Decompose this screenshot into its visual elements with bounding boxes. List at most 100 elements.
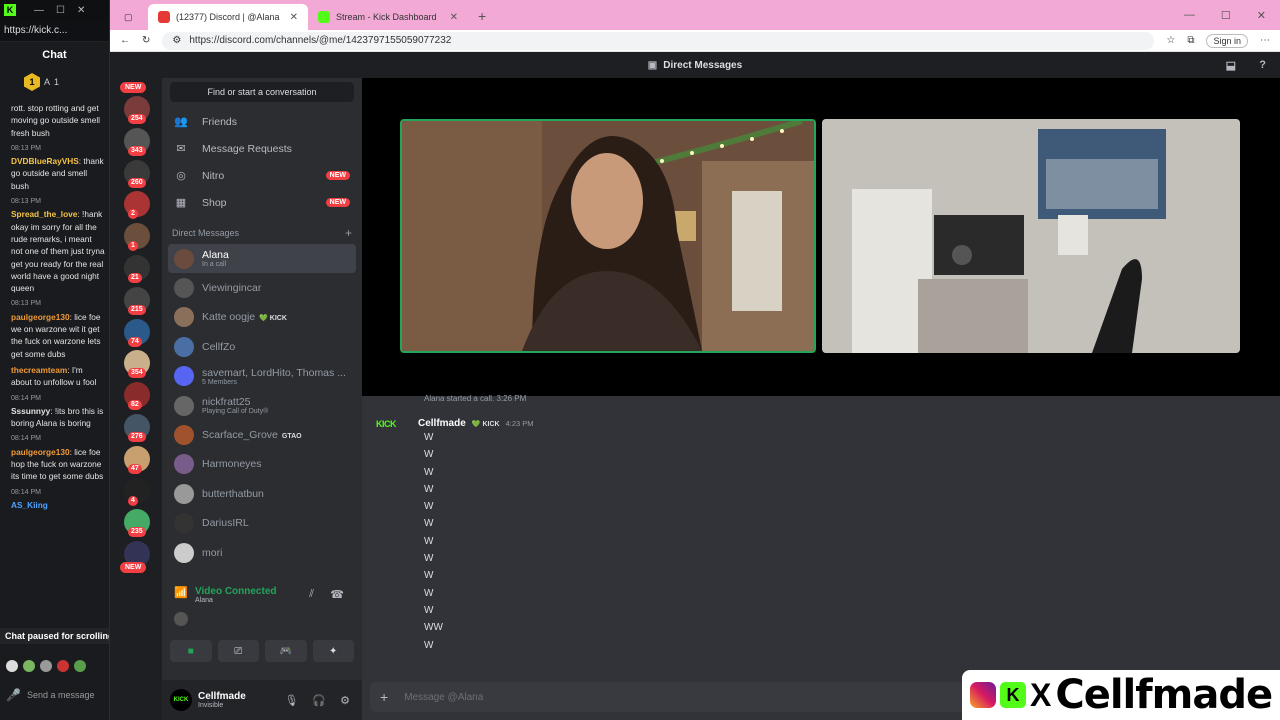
video-tile-cellfmade[interactable] [822, 119, 1240, 353]
dm-item[interactable]: butterthatbun [168, 479, 356, 508]
dm-item[interactable]: CellfZo [168, 332, 356, 361]
create-dm-icon[interactable]: + [345, 226, 352, 240]
inbox-icon[interactable]: ⬓ [1226, 59, 1236, 72]
dm-item[interactable]: savemart, LordHito, Thomas ... 5 Members [168, 362, 356, 391]
chat-paused-banner[interactable]: Chat paused for scrolling [0, 628, 109, 644]
chat-message[interactable]: 08:14 PM AS_Kiing [11, 487, 105, 512]
chat-username[interactable]: Sssunnyy [11, 406, 50, 416]
attach-icon[interactable]: + [380, 689, 388, 705]
emote-icon[interactable] [74, 660, 86, 672]
chat-username[interactable]: DVDBlueRayVHS [11, 156, 79, 166]
bookmark-icon[interactable]: ☆ [1166, 35, 1175, 46]
overlay-handle: Cellfmade [1055, 672, 1273, 718]
emote-bar[interactable] [6, 660, 86, 672]
tab-kick-dashboard[interactable]: Stream - Kick Dashboard ✕ [308, 4, 468, 30]
user-avatar[interactable]: KICK [170, 689, 192, 711]
dm-item[interactable]: Katte oogje 💚 KICK [168, 303, 356, 332]
mic-icon[interactable]: 🎙 [284, 694, 298, 707]
emote-icon[interactable] [23, 660, 35, 672]
nav-shop[interactable]: ▦ Shop NEW [162, 189, 362, 216]
chat-message[interactable]: thecreamteam: I'm about to unfollow u fo… [11, 364, 105, 389]
dm-item[interactable]: mori [168, 538, 356, 567]
noise-suppression-icon[interactable]: ⫽ [309, 588, 314, 601]
new-tab-button[interactable]: + [468, 4, 496, 30]
sign-in-button[interactable]: Sign in [1206, 33, 1248, 48]
soundboard-button[interactable]: ✦ [312, 640, 354, 662]
chat-message[interactable]: 08:13 PM Spread_the_love: !hank okay im s… [11, 196, 105, 294]
site-info-icon[interactable]: ⚙ [172, 35, 181, 46]
chat-username[interactable]: paulgeorge130 [11, 312, 70, 322]
chat-message[interactable]: 08:13 PM paulgeorge130: lice foe we on wa… [11, 298, 105, 359]
maximize-button[interactable]: ☐ [1221, 9, 1231, 22]
dm-item[interactable]: DariusIRL [168, 509, 356, 538]
disconnect-icon[interactable]: ☎ [330, 588, 344, 601]
back-icon[interactable]: ← [120, 35, 130, 46]
chat-send-box[interactable]: 🎤 Send a message [6, 682, 107, 708]
minimize-button[interactable]: — [1184, 9, 1195, 21]
chat-message[interactable]: rott. stop rotting and get moving go out… [11, 102, 105, 139]
emote-icon[interactable] [40, 660, 52, 672]
emote-icon[interactable] [57, 660, 69, 672]
refresh-icon[interactable]: ↻ [142, 35, 150, 46]
new-unreads-pill[interactable]: NEW [120, 82, 147, 93]
close-tab-icon[interactable]: ✕ [290, 12, 298, 23]
nitro-icon: ◎ [176, 170, 186, 182]
user-panel: KICK Cellfmade Invisible 🎙 🎧 ⚙ [162, 680, 362, 720]
tab-discord[interactable]: (12377) Discord | @Alana ✕ [148, 4, 308, 30]
chat-username[interactable]: AS_Kiing [11, 500, 48, 510]
chat-message[interactable]: 08:14 PM paulgeorge130: lice foe hop the … [11, 433, 105, 482]
mic-icon[interactable]: 🎤 [6, 688, 21, 702]
chat-username[interactable]: thecreamteam [11, 365, 67, 375]
headphones-icon[interactable]: 🎧 [312, 694, 326, 707]
nav-message-requests[interactable]: ✉ Message Requests [162, 135, 362, 162]
chat-title: Chat [42, 49, 67, 61]
dm-item[interactable]: Alana In a call [168, 244, 356, 274]
close-button[interactable]: ✕ [77, 5, 85, 16]
settings-icon[interactable]: ⚙ [340, 694, 350, 707]
help-icon[interactable]: ? [1259, 59, 1266, 71]
dm-item[interactable]: nickfratt25 Playing Call of Duty® [168, 391, 356, 420]
dm-name: Harmoneyes [202, 458, 262, 471]
video-tile-alana[interactable] [400, 119, 816, 353]
kick-logo-icon: K [4, 4, 16, 16]
dm-item[interactable]: Harmoneyes [168, 450, 356, 479]
chat-message[interactable]: 08:13 PM DVDBlueRayVHS: thank go outside … [11, 143, 105, 192]
menu-icon[interactable]: ⋯ [1260, 35, 1270, 46]
new-badge: NEW [325, 198, 350, 207]
extensions-icon[interactable]: ⧉ [1187, 35, 1194, 46]
dm-subtitle: Playing Call of Duty® [202, 408, 269, 416]
activity-button[interactable]: 🎮 [265, 640, 307, 662]
dm-avatar [174, 542, 194, 563]
user-name[interactable]: Cellfmade [198, 691, 246, 702]
unread-badge: 82 [128, 400, 142, 411]
url-field[interactable]: ⚙ https://discord.com/channels/@me/14237… [162, 31, 1155, 50]
call-system-message: Alana started a call. 3:26 PM [424, 394, 527, 403]
new-unreads-pill[interactable]: NEW [120, 562, 147, 573]
chat-message-list[interactable]: rott. stop rotting and get moving go out… [0, 96, 109, 511]
participant-avatar[interactable] [174, 612, 188, 626]
instagram-icon [970, 682, 996, 708]
camera-button[interactable]: ■ [170, 640, 212, 662]
screen-share-button[interactable]: ⎚ [217, 640, 259, 662]
tab-actions-icon[interactable]: ▢ [118, 4, 148, 30]
nav-friends[interactable]: 👥 Friends [162, 108, 362, 135]
close-button[interactable]: ✕ [1257, 9, 1266, 22]
dm-item[interactable]: Scarface_Grove GTAO [168, 420, 356, 449]
author-avatar[interactable]: KICK [376, 419, 400, 429]
find-conversation-input[interactable]: Find or start a conversation [170, 82, 354, 102]
minimize-button[interactable]: — [34, 5, 44, 16]
chat-leaderboard[interactable]: 1 A 1 [0, 68, 109, 96]
popout-url[interactable]: https://kick.c... [0, 20, 109, 42]
nav-nitro[interactable]: ◎ Nitro NEW [162, 162, 362, 189]
maximize-button[interactable]: ☐ [56, 5, 65, 16]
chat-username[interactable]: Spread_the_love [11, 209, 77, 219]
emote-icon[interactable] [6, 660, 18, 672]
chat-username[interactable]: paulgeorge130 [11, 447, 70, 457]
dm-item[interactable]: Viewingincar [168, 273, 356, 302]
message-author[interactable]: Cellfmade [418, 418, 466, 429]
dm-avatar [174, 483, 194, 504]
close-tab-icon[interactable]: ✕ [450, 12, 458, 23]
chat-message[interactable]: 08:14 PM Sssunnyy: !its bro this is borin… [11, 393, 105, 430]
browser-window: ▢ (12377) Discord | @Alana ✕ Stream - Ki… [110, 0, 1280, 720]
nav-label: Friends [202, 115, 238, 128]
